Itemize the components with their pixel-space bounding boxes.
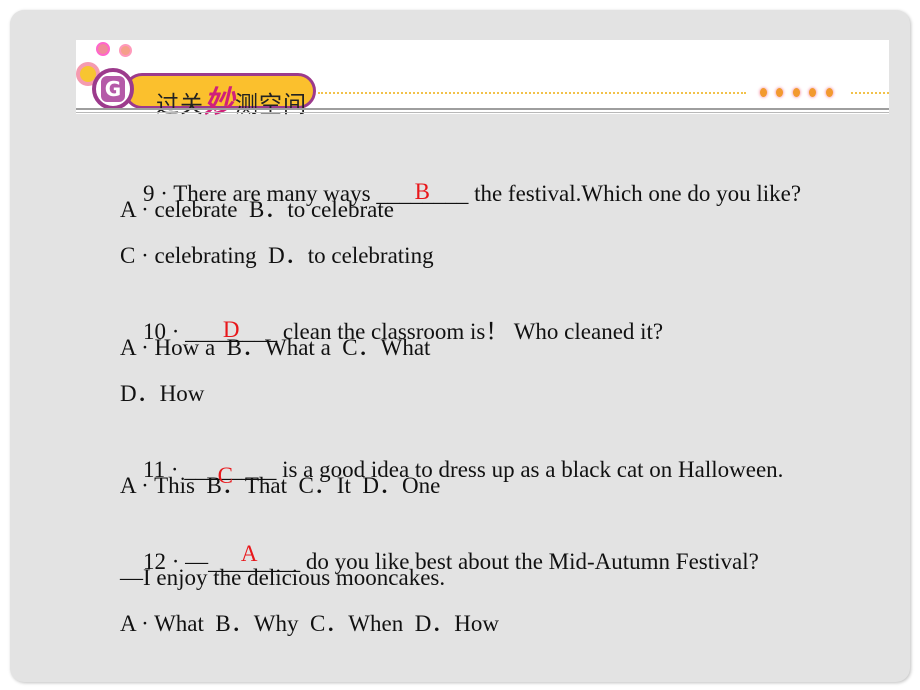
- question-12: 12 · —________ A do you like best about t…: [120, 517, 759, 607]
- question-11-options: A · This B．That C．It D．One: [120, 473, 441, 498]
- question-9: 9 · There are many ways ________ B the fe…: [120, 149, 801, 239]
- ornament-dot-icon: [809, 88, 816, 97]
- badge-letter: G: [101, 76, 125, 102]
- g-badge-icon: G: [92, 68, 134, 110]
- flower-decoration-icon: [119, 44, 132, 57]
- ornament-dot-icon: [826, 88, 833, 97]
- dotted-rule: [318, 92, 746, 94]
- banner-rule: [76, 112, 889, 113]
- question-12-response: —I enjoy the delicious mooncakes.: [120, 565, 446, 590]
- flower-decoration-icon: [96, 42, 110, 56]
- ornament-dot-icon: [760, 88, 767, 97]
- question-11: 11 · ________ C is a good idea to dress u…: [120, 425, 783, 515]
- banner-rule: [76, 108, 889, 110]
- ornament-dot-icon: [793, 88, 800, 97]
- dotted-rule: [851, 92, 889, 94]
- section-banner: G 过关妙测空间: [76, 40, 889, 120]
- question-10-options: A · How a B．What a C．What: [120, 335, 431, 360]
- question-9-options: A · celebrate B．to celebrate: [120, 197, 394, 222]
- question-12-options: A · What B．Why C．When D．How: [120, 611, 500, 636]
- question-9-options: C · celebrating D．to celebrating: [120, 243, 434, 268]
- ornament-dot-icon: [776, 88, 783, 97]
- question-10-options: D．How: [120, 381, 205, 406]
- question-10: 10 · ________ D clean the classroom is！ W…: [120, 287, 663, 377]
- banner-title: 过关妙测空间: [156, 85, 307, 120]
